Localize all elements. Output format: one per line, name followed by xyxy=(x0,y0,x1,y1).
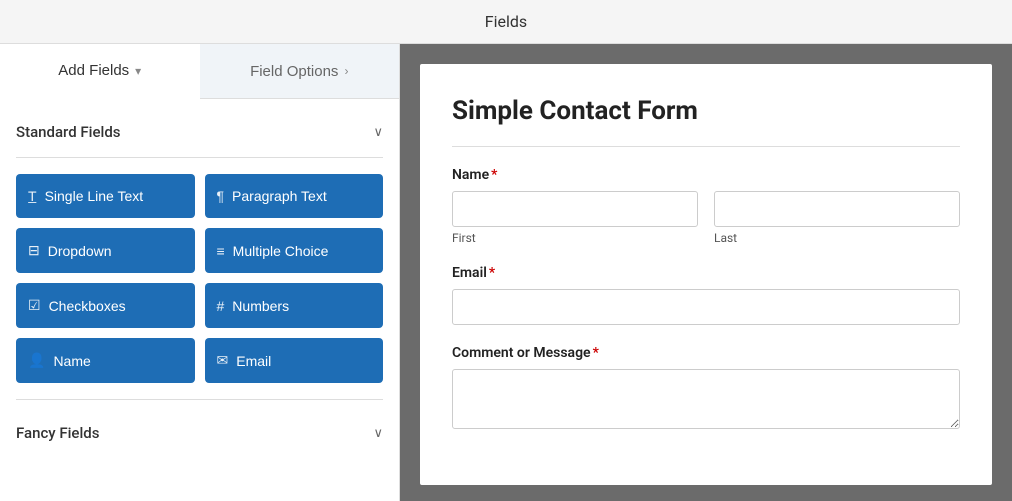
field-btn-email[interactable]: ✉ Email xyxy=(205,338,384,383)
form-label-email: Email* xyxy=(452,265,960,281)
standard-fields-section-header[interactable]: Standard Fields ∨ xyxy=(16,115,383,149)
paragraph-text-icon: ¶ xyxy=(217,188,225,204)
field-btn-single-line-text[interactable]: T̲ Single Line Text xyxy=(16,174,195,218)
app-header: Fields xyxy=(0,0,1012,44)
single-line-text-icon: T̲ xyxy=(28,188,37,204)
first-name-sublabel: First xyxy=(452,231,698,245)
name-inputs: First Last xyxy=(452,191,960,245)
add-fields-chevron: ▾ xyxy=(135,64,141,78)
email-btn-label: Email xyxy=(236,353,271,369)
standard-fields-chevron: ∨ xyxy=(373,125,383,140)
last-name-sublabel: Last xyxy=(714,231,960,245)
checkboxes-label: Checkboxes xyxy=(49,298,126,314)
field-options-label: Field Options xyxy=(250,63,338,80)
multiple-choice-label: Multiple Choice xyxy=(233,243,329,259)
name-input-group-first: First xyxy=(452,191,698,245)
email-icon: ✉ xyxy=(217,352,229,369)
fields-content: Standard Fields ∨ T̲ Single Line Text ¶ … xyxy=(0,99,399,466)
left-panel: Add Fields ▾ Field Options › Standard Fi… xyxy=(0,44,400,501)
tab-add-fields[interactable]: Add Fields ▾ xyxy=(0,44,200,99)
add-fields-label: Add Fields xyxy=(58,62,129,79)
form-divider xyxy=(452,146,960,147)
name-input-group-last: Last xyxy=(714,191,960,245)
form-field-email: Email* xyxy=(452,265,960,325)
name-icon: 👤 xyxy=(28,352,45,369)
form-field-name: Name* First Last xyxy=(452,167,960,245)
field-btn-dropdown[interactable]: ⊟ Dropdown xyxy=(16,228,195,273)
required-star-name: * xyxy=(491,167,497,183)
dropdown-label: Dropdown xyxy=(48,243,112,259)
form-preview: Simple Contact Form Name* First Last xyxy=(420,64,992,485)
fancy-fields-section-header[interactable]: Fancy Fields ∨ xyxy=(16,416,383,450)
field-btn-name[interactable]: 👤 Name xyxy=(16,338,195,383)
fancy-fields-section: Fancy Fields ∨ xyxy=(16,416,383,450)
right-panel: Simple Contact Form Name* First Last xyxy=(400,44,1012,501)
required-star-email: * xyxy=(489,265,495,281)
tab-field-options[interactable]: Field Options › xyxy=(200,44,400,98)
fancy-fields-divider-top xyxy=(16,399,383,400)
app-title: Fields xyxy=(485,12,527,31)
form-label-comment: Comment or Message* xyxy=(452,345,960,361)
required-star-comment: * xyxy=(593,345,599,361)
tab-bar: Add Fields ▾ Field Options › xyxy=(0,44,399,99)
standard-fields-grid: T̲ Single Line Text ¶ Paragraph Text ⊟ D… xyxy=(16,174,383,383)
field-options-chevron: › xyxy=(344,64,348,78)
paragraph-text-label: Paragraph Text xyxy=(232,188,327,204)
form-title: Simple Contact Form xyxy=(452,96,960,126)
form-label-name: Name* xyxy=(452,167,960,183)
field-btn-multiple-choice[interactable]: ≡ Multiple Choice xyxy=(205,228,384,273)
comment-textarea[interactable] xyxy=(452,369,960,429)
numbers-label: Numbers xyxy=(232,298,289,314)
field-btn-checkboxes[interactable]: ☑ Checkboxes xyxy=(16,283,195,328)
multiple-choice-icon: ≡ xyxy=(217,243,225,259)
first-name-input[interactable] xyxy=(452,191,698,227)
checkboxes-icon: ☑ xyxy=(28,297,41,314)
field-btn-paragraph-text[interactable]: ¶ Paragraph Text xyxy=(205,174,384,218)
single-line-text-label: Single Line Text xyxy=(45,188,144,204)
dropdown-icon: ⊟ xyxy=(28,242,40,259)
form-field-comment: Comment or Message* xyxy=(452,345,960,433)
standard-fields-label: Standard Fields xyxy=(16,123,121,141)
numbers-icon: # xyxy=(217,298,225,314)
fancy-fields-chevron: ∨ xyxy=(373,426,383,441)
fancy-fields-label: Fancy Fields xyxy=(16,424,99,442)
email-input[interactable] xyxy=(452,289,960,325)
standard-fields-divider xyxy=(16,157,383,158)
name-btn-label: Name xyxy=(53,353,90,369)
field-btn-numbers[interactable]: # Numbers xyxy=(205,283,384,328)
last-name-input[interactable] xyxy=(714,191,960,227)
main-layout: Add Fields ▾ Field Options › Standard Fi… xyxy=(0,44,1012,501)
